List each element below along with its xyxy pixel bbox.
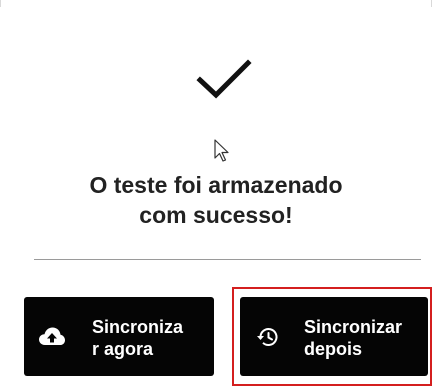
success-message: O teste foi armazenado com sucesso! bbox=[16, 170, 416, 230]
success-dialog: O teste foi armazenado com sucesso! Sinc… bbox=[0, 0, 432, 386]
sync-later-button[interactable]: Sincronizar depois bbox=[240, 297, 428, 376]
cloud-upload-icon bbox=[39, 327, 65, 345]
success-message-line-1: O teste foi armazenado bbox=[89, 172, 343, 198]
sync-now-button[interactable]: Sincroniza r agora bbox=[24, 297, 214, 376]
sync-now-label: Sincroniza r agora bbox=[92, 317, 184, 359]
checkmark-icon bbox=[196, 59, 252, 99]
mouse-cursor-icon bbox=[214, 139, 229, 162]
dialog-frame bbox=[0, 0, 432, 7]
success-message-line-2: com sucesso! bbox=[139, 202, 293, 228]
sync-later-label: Sincronizar depois bbox=[304, 317, 403, 359]
divider bbox=[34, 259, 421, 260]
history-icon bbox=[257, 328, 278, 346]
